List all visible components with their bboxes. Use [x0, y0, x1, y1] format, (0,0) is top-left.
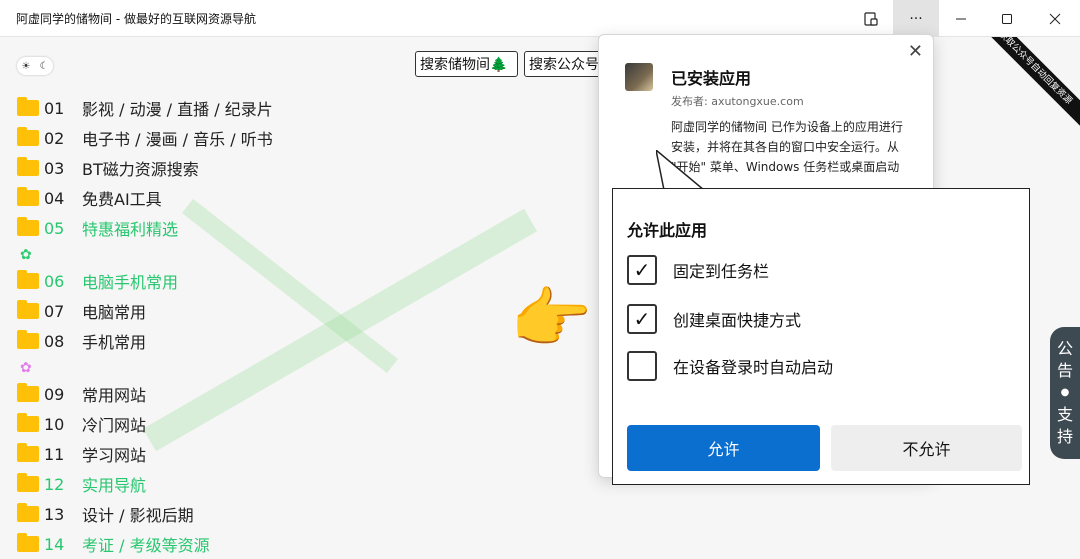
theme-toggle[interactable]: ☀ ☾	[17, 57, 53, 75]
notice-support-badge[interactable]: 公 告 ● 支 持	[1050, 327, 1080, 459]
list-item[interactable]: 08 手机常用	[17, 326, 273, 356]
checkbox-unchecked[interactable]	[627, 351, 657, 381]
callout-tail	[656, 150, 707, 192]
list-item[interactable]: 09 常用网站	[17, 379, 273, 409]
option-desktop-shortcut[interactable]: ✓ 创建桌面快捷方式	[627, 304, 801, 334]
folder-icon	[17, 127, 39, 146]
folder-icon	[17, 383, 39, 402]
list-item[interactable]: 11 学习网站	[17, 439, 273, 469]
folder-icon	[17, 473, 39, 492]
list-item[interactable]: 05 特惠福利精选	[17, 213, 273, 243]
folder-icon	[17, 533, 39, 552]
app-options-icon[interactable]	[848, 0, 894, 37]
close-icon[interactable]: ✕	[908, 41, 923, 62]
list-item[interactable]: 03 BT磁力资源搜索	[17, 153, 273, 183]
minimize-button[interactable]	[938, 0, 984, 37]
publisher-text: 发布者: axutongxue.com	[671, 95, 804, 108]
list-item[interactable]: 12 实用导航	[17, 469, 273, 499]
list-item[interactable]: 01 影视 / 动漫 / 直播 / 纪录片	[17, 93, 273, 123]
folder-icon	[17, 300, 39, 319]
list-item[interactable]: 13 设计 / 影视后期	[17, 499, 273, 529]
search-wechat-button[interactable]: 搜索公众号	[524, 51, 604, 77]
allow-app-panel: 允许此应用 ✓ 固定到任务栏 ✓ 创建桌面快捷方式 在设备登录时自动启动 允许 …	[612, 188, 1030, 485]
list-item[interactable]: 07 电脑常用	[17, 296, 273, 326]
checkmark-icon: ✓	[633, 307, 651, 331]
group-divider: ✿	[17, 243, 273, 266]
folder-icon	[17, 270, 39, 289]
window-title: 阿虚同学的储物间 - 做最好的互联网资源导航	[16, 12, 256, 26]
gear-icon: ✿	[20, 359, 32, 376]
dialog-title: 已安装应用	[671, 69, 752, 88]
checkbox-checked[interactable]: ✓	[627, 255, 657, 285]
gear-icon: ✿	[20, 246, 32, 263]
list-item[interactable]: 02 电子书 / 漫画 / 音乐 / 听书	[17, 123, 273, 153]
sun-icon: ☀	[21, 60, 31, 72]
folder-icon	[17, 157, 39, 176]
list-item[interactable]: 04 免费AI工具	[17, 183, 273, 213]
window-titlebar: 阿虚同学的储物间 - 做最好的互联网资源导航 ···	[0, 0, 1080, 37]
folder-icon	[17, 217, 39, 236]
folder-icon	[17, 413, 39, 432]
list-item[interactable]: 06 电脑手机常用	[17, 266, 273, 296]
category-list: 01 影视 / 动漫 / 直播 / 纪录片 02 电子书 / 漫画 / 音乐 / 听…	[17, 93, 273, 559]
moon-icon: ☾	[39, 60, 49, 72]
folder-icon	[17, 97, 39, 116]
checkmark-icon: ✓	[633, 258, 651, 282]
maximize-button[interactable]	[984, 0, 1030, 37]
app-avatar	[625, 63, 653, 91]
folder-icon	[17, 187, 39, 206]
deny-button[interactable]: 不允许	[831, 425, 1022, 471]
checkbox-checked[interactable]: ✓	[627, 304, 657, 334]
folder-icon	[17, 503, 39, 522]
option-auto-start[interactable]: 在设备登录时自动启动	[627, 351, 833, 381]
group-divider: ✿	[17, 356, 273, 379]
list-item[interactable]: 14 考证 / 考级等资源	[17, 529, 273, 559]
search-storage-button[interactable]: 搜索储物间🌲	[415, 51, 518, 77]
list-item[interactable]: 10 冷门网站	[17, 409, 273, 439]
corner-ribbon[interactable]: 获取公众号自动回复资源	[968, 37, 1080, 135]
close-button[interactable]	[1032, 0, 1078, 37]
allow-button[interactable]: 允许	[627, 425, 820, 471]
folder-icon	[17, 330, 39, 349]
panel-title: 允许此应用	[627, 221, 708, 240]
pointing-hand-icon: 👉	[510, 280, 593, 357]
folder-icon	[17, 443, 39, 462]
option-pin-taskbar[interactable]: ✓ 固定到任务栏	[627, 255, 769, 285]
more-menu-button[interactable]: ···	[893, 0, 939, 37]
